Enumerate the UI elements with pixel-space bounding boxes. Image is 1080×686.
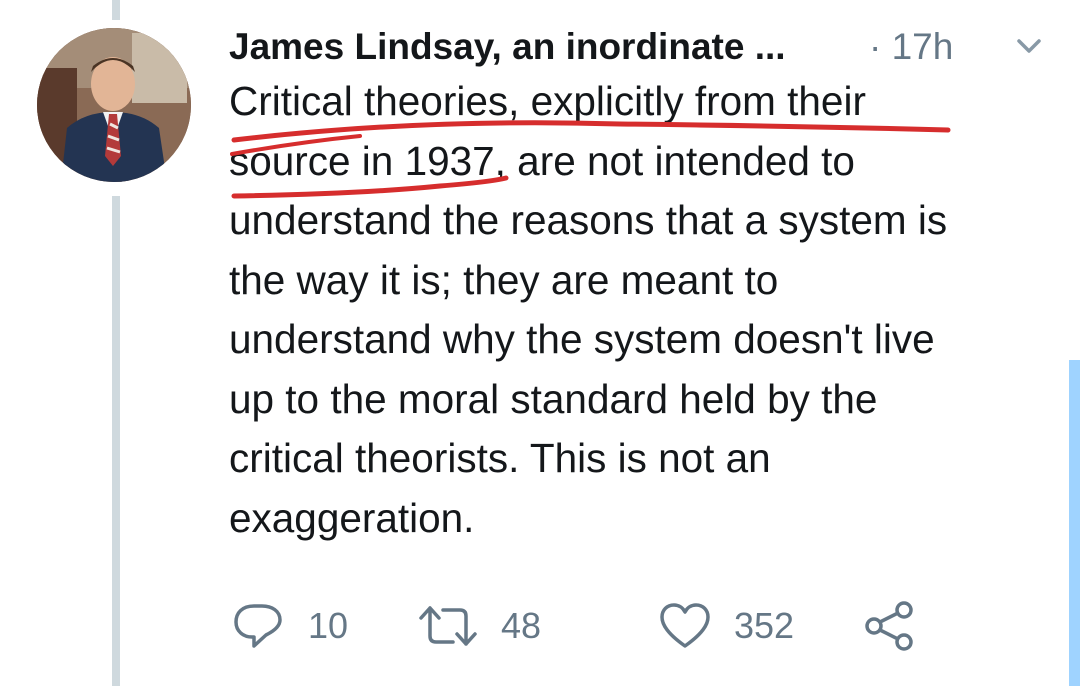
tweet-line: up to the moral standard held by the: [229, 375, 878, 422]
tweet-line: Critical theories, explicitly from their: [229, 78, 866, 124]
share-nodes-icon: [865, 601, 913, 651]
retweet-button[interactable]: 48: [417, 598, 541, 654]
retweet-arrows-icon: [419, 606, 477, 646]
avatar-photo: [37, 28, 191, 182]
speech-bubble-icon: [234, 604, 282, 648]
tweet-line: exaggeration.: [229, 494, 475, 541]
thread-line-bottom: [112, 196, 120, 686]
reply-count: 10: [308, 605, 349, 646]
tweet-line: critical theorists. This is not an: [229, 435, 771, 481]
share-button[interactable]: [862, 598, 916, 654]
tweet-header: James Lindsay, an inordinate ... · 17h: [229, 22, 1041, 78]
reply-button[interactable]: 10: [230, 598, 348, 654]
chevron-down-icon[interactable]: [1009, 34, 1049, 60]
retweet-count: 48: [501, 605, 542, 646]
author-name[interactable]: James Lindsay, an inordinate ...: [229, 22, 786, 72]
avatar[interactable]: [37, 28, 191, 182]
heart-icon: [660, 603, 710, 648]
scrollbar[interactable]: [1069, 360, 1080, 686]
tweet-line: the way it is; they are meant to: [229, 256, 779, 303]
thread-line-top: [112, 0, 120, 20]
timestamp[interactable]: · 17h: [869, 22, 953, 72]
tweet-text: Critical theories, explicitly from their…: [229, 72, 1049, 548]
tweet-line: understand the reasons that a system is: [229, 197, 948, 243]
tweet-actions: 10 48 352: [230, 598, 930, 654]
tweet-line: understand why the system doesn't live: [229, 316, 935, 362]
like-count: 352: [734, 605, 795, 646]
like-button[interactable]: 352: [658, 598, 794, 654]
tweet-line: source in 1937, are not intended to: [229, 137, 855, 184]
